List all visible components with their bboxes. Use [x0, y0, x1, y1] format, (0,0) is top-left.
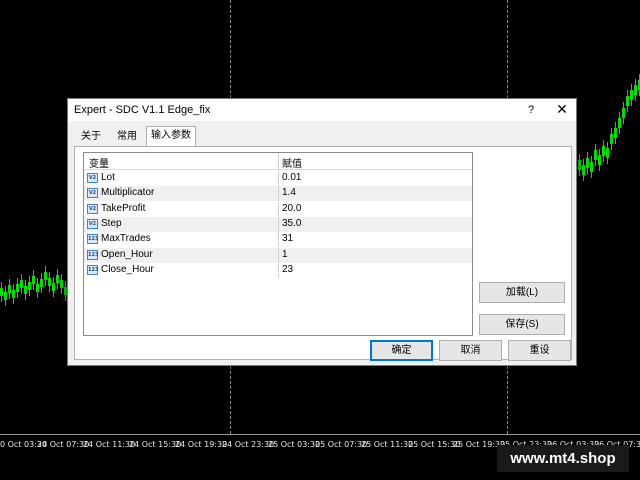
parameter-type-icon: V2: [87, 218, 98, 229]
parameter-name: Close_Hour: [101, 263, 154, 275]
candle: [626, 96, 629, 106]
candle: [4, 292, 7, 300]
parameter-name: Lot: [101, 172, 115, 183]
candle: [36, 284, 39, 292]
candle: [586, 158, 589, 168]
parameter-value[interactable]: 0.01: [282, 172, 301, 183]
candle: [634, 85, 637, 95]
candle: [52, 283, 55, 291]
column-header-value[interactable]: 赋值: [282, 155, 302, 170]
column-separator: [278, 262, 279, 278]
candle: [24, 286, 27, 294]
dialog-titlebar[interactable]: Expert - SDC V1.1 Edge_fix ? ✕: [68, 99, 576, 121]
candle: [630, 90, 633, 100]
expert-properties-dialog: Expert - SDC V1.1 Edge_fix ? ✕ 关于 常用 输入参…: [67, 98, 577, 366]
candle: [40, 279, 43, 287]
column-separator: [278, 171, 279, 186]
dialog-title: Expert - SDC V1.1 Edge_fix: [74, 104, 211, 116]
time-axis-label: 25 Oct 11:30: [361, 440, 414, 449]
parameter-type-icon: 123: [87, 234, 99, 245]
ok-button[interactable]: 确定: [370, 340, 433, 361]
parameters-grid[interactable]: 变量 赋值 V2 Lot 0.01 V2 Multiplicator 1.4 V2 TakeP…: [83, 152, 473, 336]
candle: [32, 276, 35, 284]
parameter-name: Step: [101, 217, 122, 229]
parameter-type-icon: 123: [87, 264, 99, 275]
cancel-button[interactable]: 取消: [439, 340, 502, 361]
parameter-name: MaxTrades: [101, 233, 151, 245]
candle: [590, 162, 593, 172]
parameter-name: Open_Hour: [101, 248, 153, 260]
grid-header: 变量 赋值: [84, 153, 472, 170]
time-axis-label: 24 Oct 15:30: [129, 440, 182, 449]
time-axis-label: 24 Oct 07:30: [37, 440, 90, 449]
parameter-row[interactable]: 123 Open_Hour 1: [84, 247, 472, 263]
parameter-row[interactable]: 123 Close_Hour 23: [84, 262, 472, 278]
parameter-value[interactable]: 1: [282, 249, 288, 260]
candle: [602, 146, 605, 156]
parameter-row[interactable]: 123 MaxTrades 31: [84, 232, 472, 248]
parameter-type-icon: V2: [87, 173, 98, 183]
parameter-type-icon: V2: [87, 188, 98, 199]
parameter-type-icon: V2: [87, 203, 98, 214]
parameter-value[interactable]: 20.0: [282, 203, 301, 214]
load-button[interactable]: 加载(L): [479, 282, 565, 303]
parameter-value[interactable]: 31: [282, 233, 293, 244]
time-axis-label: 24 Oct 11:30: [83, 440, 136, 449]
time-axis-label: 25 Oct 07:30: [315, 440, 368, 449]
candle: [622, 108, 625, 118]
column-separator: [278, 232, 279, 248]
candle: [598, 155, 601, 165]
candle: [578, 160, 581, 170]
candle: [8, 285, 11, 293]
parameter-name: Multiplicator: [101, 187, 155, 199]
candle: [20, 280, 23, 288]
parameter-name: TakeProfit: [101, 202, 146, 214]
tab-inputs[interactable]: 输入参数: [146, 126, 196, 147]
column-header-variable[interactable]: 变量: [89, 155, 109, 170]
parameter-value[interactable]: 35.0: [282, 218, 301, 229]
save-button[interactable]: 保存(S): [479, 314, 565, 335]
column-separator: [278, 153, 279, 170]
parameter-row[interactable]: V2 Lot 0.01: [84, 171, 472, 186]
candle: [16, 284, 19, 292]
tab-common[interactable]: 常用: [111, 128, 143, 146]
column-separator: [278, 186, 279, 202]
inputs-panel: 变量 赋值 V2 Lot 0.01 V2 Multiplicator 1.4 V2 TakeP…: [74, 146, 572, 360]
help-button[interactable]: ?: [522, 102, 540, 118]
parameter-value[interactable]: 1.4: [282, 187, 296, 198]
watermark: www.mt4.shop: [497, 445, 629, 472]
tab-about[interactable]: 关于: [76, 128, 106, 146]
candle: [582, 165, 585, 175]
column-separator: [278, 216, 279, 232]
candle: [28, 282, 31, 290]
candle: [60, 280, 63, 288]
reset-button[interactable]: 重设: [508, 340, 571, 361]
candle: [48, 278, 51, 286]
candle: [610, 134, 613, 144]
candle: [44, 272, 47, 280]
time-axis-label: 24 Oct 23:30: [222, 440, 275, 449]
candle: [614, 128, 617, 138]
parameter-type-icon: 123: [87, 249, 99, 260]
close-button[interactable]: ✕: [552, 100, 572, 118]
candle: [618, 118, 621, 128]
candle: [594, 150, 597, 160]
time-axis-label: 24 Oct 19:30: [175, 440, 228, 449]
parameter-row[interactable]: V2 Step 35.0: [84, 216, 472, 232]
parameter-value[interactable]: 23: [282, 264, 293, 275]
candle: [56, 275, 59, 283]
time-axis-label: 25 Oct 03:30: [268, 440, 321, 449]
column-separator: [278, 201, 279, 217]
parameter-row[interactable]: V2 Multiplicator 1.4: [84, 186, 472, 202]
parameter-row[interactable]: V2 TakeProfit 20.0: [84, 201, 472, 217]
column-separator: [278, 247, 279, 263]
candle: [606, 148, 609, 158]
candle: [12, 290, 15, 298]
candle: [0, 288, 3, 296]
